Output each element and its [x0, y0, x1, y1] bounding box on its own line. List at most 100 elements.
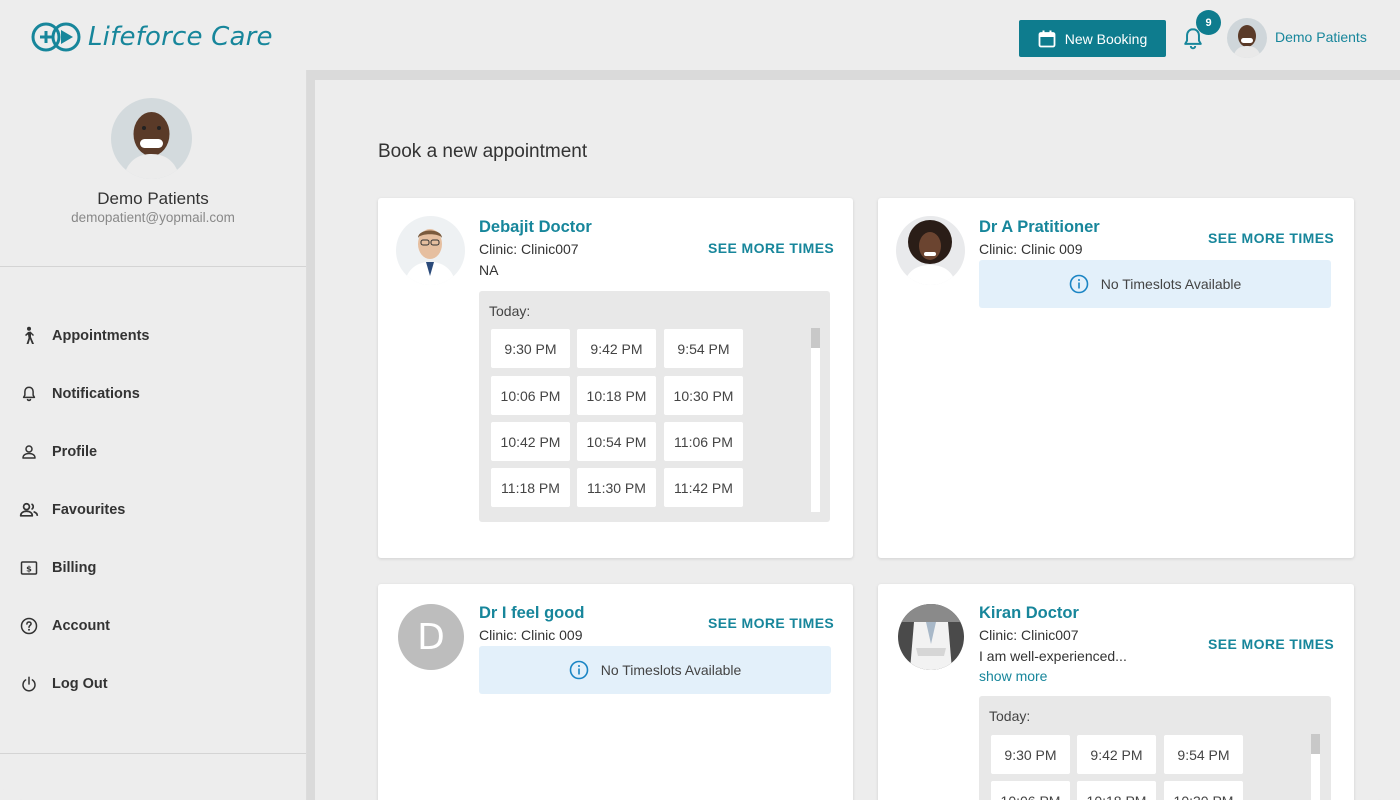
person-icon — [18, 441, 40, 463]
calendar-icon — [1038, 30, 1056, 47]
slots-scrollbar[interactable] — [1311, 734, 1320, 800]
help-circle-icon — [18, 615, 40, 637]
doctor-clinic: Clinic: Clinic007 — [979, 627, 1079, 643]
main-gutter-left — [307, 70, 315, 800]
see-more-times-button[interactable]: SEE MORE TIMES — [708, 240, 834, 256]
sidebar-item-profile[interactable]: Profile — [18, 440, 97, 464]
doctor-card: Kiran Doctor Clinic: Clinic007 I am well… — [878, 584, 1354, 800]
doctor-photo — [896, 216, 965, 285]
no-timeslots-text: No Timeslots Available — [1100, 276, 1242, 292]
timeslot-button[interactable]: 9:30 PM — [491, 329, 570, 368]
svg-text:$: $ — [26, 563, 32, 573]
timeslot-button[interactable]: 9:42 PM — [1077, 735, 1156, 774]
profile-email: demopatient@yopmail.com — [71, 210, 235, 225]
user-avatar[interactable] — [1227, 18, 1267, 58]
see-more-times-button[interactable]: SEE MORE TIMES — [1208, 636, 1334, 652]
timeslots-panel: Today: 9:30 PM 9:42 PM 9:54 PM 10:06 PM … — [979, 696, 1331, 800]
brand-name: Lifeforce Care — [88, 22, 273, 52]
show-more-link[interactable]: show more — [979, 668, 1047, 684]
profile-photo — [111, 98, 192, 179]
sidebar-item-label: Account — [52, 618, 110, 634]
main-gutter-top — [307, 70, 1400, 80]
doctor-clinic: Clinic: Clinic 009 — [979, 241, 1083, 257]
sidebar-item-label: Log Out — [52, 676, 108, 692]
profile-name: Demo Patients — [97, 189, 209, 208]
doctor-card: D Dr I feel good Clinic: Clinic 009 SEE … — [378, 584, 853, 800]
timeslot-button[interactable]: 9:42 PM — [577, 329, 656, 368]
timeslots-panel: Today: 9:30 PM 9:42 PM 9:54 PM 10:06 PM … — [479, 291, 830, 522]
sidebar-divider — [0, 266, 306, 267]
dollar-bill-icon: $ — [18, 557, 40, 579]
new-booking-button[interactable]: New Booking — [1019, 20, 1166, 57]
slots-day-label: Today: — [489, 303, 531, 319]
scrollbar-thumb[interactable] — [811, 328, 820, 348]
timeslot-button[interactable]: 9:54 PM — [664, 329, 743, 368]
timeslot-button[interactable]: 11:06 PM — [664, 422, 743, 461]
doctor-name[interactable]: Debajit Doctor — [479, 218, 592, 237]
brand-logo[interactable]: Lifeforce Care — [30, 20, 273, 54]
notification-count-badge: 9 — [1196, 10, 1221, 35]
info-icon — [569, 660, 589, 680]
power-icon — [18, 673, 40, 695]
new-booking-label: New Booking — [1064, 30, 1148, 47]
doctor-name[interactable]: Kiran Doctor — [979, 604, 1079, 623]
doctor-avatar — [896, 216, 965, 285]
app-window: Lifeforce Care New Booking 9 Demo Patien… — [0, 0, 1400, 800]
sidebar-item-billing[interactable]: $ Billing — [18, 556, 96, 580]
doctor-bio: NA — [479, 262, 499, 278]
sidebar-item-notifications[interactable]: Notifications — [18, 382, 140, 406]
see-more-times-button[interactable]: SEE MORE TIMES — [708, 615, 834, 631]
slots-scrollbar[interactable] — [811, 328, 820, 512]
see-more-times-button[interactable]: SEE MORE TIMES — [1208, 230, 1334, 246]
scrollbar-thumb[interactable] — [1311, 734, 1320, 754]
doctor-avatar — [898, 604, 964, 670]
doctor-photo — [396, 216, 465, 285]
no-timeslots-text: No Timeslots Available — [600, 662, 742, 678]
timeslot-button[interactable]: 10:18 PM — [1077, 781, 1156, 800]
doctor-card: Debajit Doctor Clinic: Clinic007 NA SEE … — [378, 198, 853, 558]
top-header: Lifeforce Care New Booking 9 Demo Patien… — [0, 0, 1400, 70]
sidebar-item-appointments[interactable]: Appointments — [18, 324, 149, 348]
timeslot-button[interactable]: 11:18 PM — [491, 468, 570, 507]
profile-avatar — [111, 98, 192, 179]
timeslot-button[interactable]: 10:30 PM — [664, 376, 743, 415]
doctor-card: Dr A Pratitioner Clinic: Clinic 009 SEE … — [878, 198, 1354, 558]
timeslot-button[interactable]: 10:18 PM — [577, 376, 656, 415]
people-icon — [18, 499, 40, 521]
sidebar-item-logout[interactable]: Log Out — [18, 672, 108, 696]
info-icon — [1069, 274, 1089, 294]
doctor-clinic: Clinic: Clinic007 — [479, 241, 579, 257]
sidebar-item-label: Billing — [52, 560, 97, 576]
doctor-photo — [898, 604, 964, 670]
sidebar: Demo Patients demopatient@yopmail.com Ap… — [0, 70, 307, 800]
timeslot-button[interactable]: 10:54 PM — [577, 422, 656, 461]
sidebar-item-label: Favourites — [52, 502, 126, 518]
timeslot-button[interactable]: 10:06 PM — [491, 376, 570, 415]
timeslot-button[interactable]: 10:42 PM — [491, 422, 570, 461]
avatar-image — [1227, 18, 1267, 58]
timeslot-button[interactable]: 10:30 PM — [1164, 781, 1243, 800]
avatar-initial: D — [417, 616, 445, 658]
page-title: Book a new appointment — [378, 141, 588, 162]
slots-day-label: Today: — [989, 708, 1031, 724]
sidebar-item-account[interactable]: Account — [18, 614, 110, 638]
sidebar-item-label: Notifications — [52, 386, 140, 402]
no-timeslots-alert: No Timeslots Available — [979, 260, 1331, 308]
doctor-name[interactable]: Dr A Pratitioner — [979, 218, 1100, 237]
no-timeslots-alert: No Timeslots Available — [479, 646, 831, 694]
timeslot-button[interactable]: 9:30 PM — [991, 735, 1070, 774]
timeslot-button[interactable]: 11:42 PM — [664, 468, 743, 507]
timeslot-button[interactable]: 11:30 PM — [577, 468, 656, 507]
bell-icon — [18, 383, 40, 405]
sidebar-divider-bottom — [0, 753, 306, 754]
logo-icon — [31, 22, 81, 52]
doctor-name[interactable]: Dr I feel good — [479, 604, 584, 623]
doctor-clinic: Clinic: Clinic 009 — [479, 627, 583, 643]
sidebar-item-favourites[interactable]: Favourites — [18, 498, 125, 522]
doctor-initial-avatar: D — [398, 604, 464, 670]
header-user-name[interactable]: Demo Patients — [1275, 29, 1367, 45]
doctor-avatar — [396, 216, 465, 285]
timeslot-button[interactable]: 9:54 PM — [1164, 735, 1243, 774]
timeslot-button[interactable]: 10:06 PM — [991, 781, 1070, 800]
sidebar-item-label: Appointments — [52, 328, 150, 344]
